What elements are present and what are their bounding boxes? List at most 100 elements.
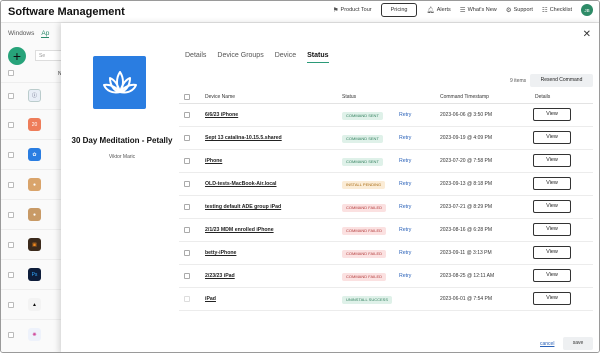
status-badge: COMMAND SENT xyxy=(342,135,383,143)
alerts-link[interactable]: 🔔︎ Alerts xyxy=(426,6,450,14)
cancel-button[interactable]: cancel xyxy=(540,341,554,347)
command-timestamp: 2023-06-06 @ 3:50 PM xyxy=(440,112,493,118)
app-icon: ✿ xyxy=(28,148,41,161)
device-name-link[interactable]: iPad xyxy=(205,296,216,302)
row-checkbox[interactable] xyxy=(184,296,190,302)
device-name-link[interactable]: 2/23/23 iPad xyxy=(205,273,235,279)
add-app-button[interactable]: + xyxy=(8,47,26,65)
app-icon: ▲ xyxy=(28,298,41,311)
retry-link[interactable]: Retry xyxy=(399,158,411,164)
command-timestamp: 2023-07-21 @ 8:29 PM xyxy=(440,204,493,210)
command-timestamp: 2023-09-11 @ 3:13 PM xyxy=(440,250,492,256)
close-icon[interactable]: ✕ xyxy=(583,29,591,40)
status-badge: INSTALL PENDING xyxy=(342,181,386,189)
tab-status[interactable]: Status xyxy=(307,52,329,63)
table-header: Device Name Status Command Timestamp Det… xyxy=(179,90,593,104)
view-button[interactable]: View xyxy=(533,131,571,144)
table-row: Sept 13 catalina-10.15.5.shared COMMAND … xyxy=(179,127,593,150)
device-name-link[interactable]: iPhone xyxy=(205,158,222,164)
row-checkbox[interactable] xyxy=(184,158,190,164)
app-icon xyxy=(93,56,146,109)
row-checkbox[interactable] xyxy=(8,152,14,158)
command-timestamp: 2023-07-20 @ 7:58 PM xyxy=(440,158,493,164)
row-checkbox[interactable] xyxy=(8,182,14,188)
retry-link[interactable]: Retry xyxy=(399,204,411,210)
list-item[interactable]: Ps xyxy=(1,259,61,289)
view-button[interactable]: View xyxy=(533,246,571,259)
list-item[interactable]: ▣ xyxy=(1,229,61,259)
tab-apple[interactable]: Ap xyxy=(41,30,50,38)
row-checkbox[interactable] xyxy=(8,332,14,338)
avatar[interactable]: JB xyxy=(581,4,593,16)
support-icon: ⚙ xyxy=(505,7,512,14)
save-button[interactable]: save xyxy=(563,337,593,350)
retry-link[interactable]: Retry xyxy=(399,181,411,187)
row-checkbox[interactable] xyxy=(184,181,190,187)
search-input[interactable]: Se xyxy=(35,50,61,61)
table-row: 6/6/23 iPhone COMMAND SENT Retry 2023-06… xyxy=(179,104,593,127)
select-all-checkbox[interactable] xyxy=(184,94,190,100)
row-checkbox[interactable] xyxy=(184,227,190,233)
view-button[interactable]: View xyxy=(533,154,571,167)
checklist-link[interactable]: ☷ Checklist xyxy=(542,6,572,14)
view-button[interactable]: View xyxy=(533,200,571,213)
retry-link[interactable]: Retry xyxy=(399,227,411,233)
app-icon: ⓘ xyxy=(28,89,41,102)
view-button[interactable]: View xyxy=(533,108,571,121)
row-checkbox[interactable] xyxy=(184,204,190,210)
tab-device-groups[interactable]: Device Groups xyxy=(217,52,263,63)
support-link[interactable]: ⚙ Support xyxy=(506,6,533,14)
command-timestamp: 2023-09-13 @ 8:18 PM xyxy=(440,181,493,187)
retry-link[interactable]: Retry xyxy=(399,112,411,118)
list-item[interactable]: ✿ xyxy=(1,139,61,169)
status-badge: COMMAND SENT xyxy=(342,112,383,120)
status-badge: COMMAND FAILED xyxy=(342,227,387,235)
retry-link[interactable]: Retry xyxy=(399,250,411,256)
row-checkbox[interactable] xyxy=(8,93,14,99)
view-button[interactable]: View xyxy=(533,177,571,190)
command-timestamp: 2023-09-19 @ 4:09 PM xyxy=(440,135,493,141)
row-checkbox[interactable] xyxy=(184,112,190,118)
list-item[interactable]: ● xyxy=(1,199,61,229)
tab-details[interactable]: Details xyxy=(185,52,206,63)
tab-device[interactable]: Device xyxy=(275,52,296,63)
device-name-link[interactable]: betty-iPhone xyxy=(205,250,236,256)
view-button[interactable]: View xyxy=(533,223,571,236)
row-checkbox[interactable] xyxy=(8,122,14,128)
pricing-button[interactable]: Pricing xyxy=(380,3,418,17)
row-checkbox[interactable] xyxy=(8,302,14,308)
device-name-link[interactable]: OLD-tests-MacBook-Air.local xyxy=(205,181,277,187)
row-checkbox[interactable] xyxy=(8,212,14,218)
app-icon: Ps xyxy=(28,268,41,281)
device-name-link[interactable]: 2/1/23 MDM enrolled iPhone xyxy=(205,227,274,233)
row-checkbox[interactable] xyxy=(184,250,190,256)
app-window: Software Management ⚑ Product Tour Prici… xyxy=(0,0,600,353)
table-row: OLD-tests-MacBook-Air.local INSTALL PEND… xyxy=(179,173,593,196)
retry-link[interactable]: Retry xyxy=(399,273,411,279)
background-app-list: Windows Ap + Se N ⓘ 20 ✿ ● ● ▣ Ps ▲ ✺ xyxy=(1,23,62,352)
view-button[interactable]: View xyxy=(533,292,571,305)
list-item[interactable]: ▲ xyxy=(1,289,61,319)
device-name-link[interactable]: 6/6/23 iPhone xyxy=(205,112,238,118)
whats-new-link[interactable]: ☰ What's New xyxy=(460,6,497,14)
resend-command-button[interactable]: Resend Command xyxy=(530,74,593,87)
list-item[interactable]: 20 xyxy=(1,109,61,139)
app-icon: ● xyxy=(28,178,41,191)
select-all-checkbox[interactable] xyxy=(8,70,14,76)
status-badge: COMMAND FAILED xyxy=(342,250,387,258)
app-name: 30 Day Meditation - Petally xyxy=(71,136,173,145)
tab-windows[interactable]: Windows xyxy=(8,30,34,38)
list-item[interactable]: ⓘ xyxy=(1,82,61,109)
row-checkbox[interactable] xyxy=(8,272,14,278)
device-name-link[interactable]: testing default ADE group iPad xyxy=(205,204,281,210)
view-button[interactable]: View xyxy=(533,269,571,282)
row-checkbox[interactable] xyxy=(8,242,14,248)
device-name-link[interactable]: Sept 13 catalina-10.15.5.shared xyxy=(205,135,282,141)
product-tour-link[interactable]: ⚑ Product Tour xyxy=(333,6,372,14)
row-checkbox[interactable] xyxy=(184,135,190,141)
list-item[interactable]: ✺ xyxy=(1,319,61,349)
list-item[interactable]: ● xyxy=(1,169,61,199)
app-detail-drawer: ✕ 30 Day Meditation - Petally Viktor Mar… xyxy=(61,23,599,352)
retry-link[interactable]: Retry xyxy=(399,135,411,141)
row-checkbox[interactable] xyxy=(184,273,190,279)
